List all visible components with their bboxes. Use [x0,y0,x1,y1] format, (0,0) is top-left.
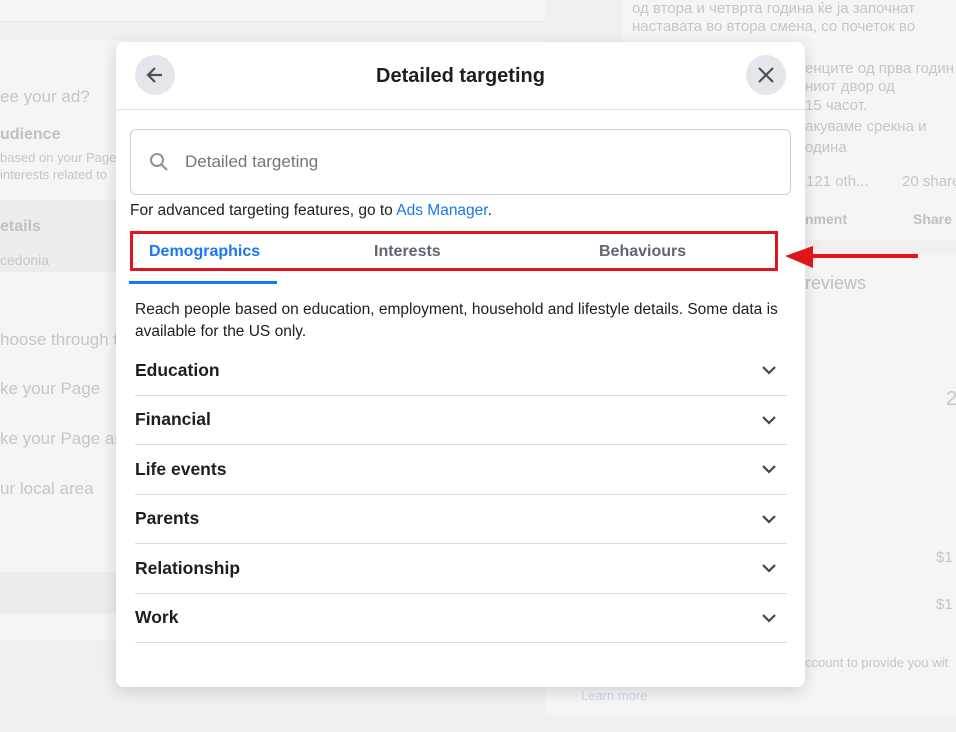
bg-text: etails [0,218,41,235]
category-list: Education Financial Life events Parents … [135,346,787,643]
demographics-description: Reach people based on education, employm… [135,301,778,340]
chevron-down-icon [762,613,776,623]
category-work[interactable]: Work [135,594,787,643]
bg-text: 20 share [902,173,956,190]
detailed-targeting-search[interactable] [130,129,791,195]
advanced-targeting-note: For advanced targeting features, go to A… [130,202,492,220]
category-label: Relationship [135,557,241,578]
bg-text: $1 [936,549,953,566]
close-button[interactable] [746,55,786,95]
category-label: Parents [135,508,200,529]
bg-text: cedonia [0,252,50,268]
detailed-targeting-dialog: Detailed targeting For advanced targetin… [116,42,805,687]
bg-text: interests related to [0,167,107,182]
chevron-down-icon [762,564,776,573]
tab-demographics[interactable]: Demographics [149,243,260,261]
dialog-title: Detailed targeting [376,65,545,87]
bg-text: акуваме срекна и [805,118,927,135]
bg-text: Share [913,211,952,227]
targeting-tabs: Demographics Interests Behaviours [130,231,778,271]
back-button[interactable] [135,55,175,95]
search-input[interactable] [185,152,685,172]
note-text: . [487,202,492,219]
tab-behaviours[interactable]: Behaviours [599,243,686,261]
bg-text: nment [805,211,847,227]
category-label: Life events [135,458,227,479]
bg-text: hoose through t [0,330,119,349]
category-relationship[interactable]: Relationship [135,544,787,594]
bg-text: енците од прва годин [805,60,955,77]
bg-text: udience [0,126,61,143]
category-label: Education [135,359,220,380]
bg-text: reviews [805,273,867,293]
bg-text: ccount to provide you wit [805,655,949,670]
bg-text: 15 часот. [805,97,868,114]
bg-text: ниот двор од [805,78,895,95]
arrow-left-icon [146,67,162,83]
category-label: Work [135,607,179,628]
bg-text: ur local area [0,479,94,498]
chevron-down-icon [762,366,776,375]
search-icon [150,153,168,171]
background-card-top [0,0,545,22]
chevron-down-icon [762,415,776,425]
category-life-events[interactable]: Life events [135,445,787,495]
tab-interests[interactable]: Interests [374,243,441,261]
bg-text: based on your Page [0,150,117,165]
chevron-down-icon [762,465,776,474]
category-education[interactable]: Education [135,346,787,396]
close-icon [758,67,774,83]
bg-text: наставата во втора смена, со почеток во [632,18,916,35]
chevron-down-icon [762,514,776,524]
dialog-header: Detailed targeting [116,42,805,110]
active-tab-indicator [129,281,277,284]
bg-text: одина [805,139,847,156]
category-label: Financial [135,409,211,430]
bg-text: од втора и четврта година ќе ја започнат [632,0,916,17]
bg-text: ee your ad? [0,87,90,106]
category-financial[interactable]: Financial [135,396,787,445]
bg-text: ke your Page ar [0,429,121,448]
bg-text: Learn more [581,688,648,703]
bg-text: 2 [946,388,956,410]
note-text: For advanced targeting features, go to [130,202,397,219]
ads-manager-link[interactable]: Ads Manager [396,202,487,219]
red-arrow-annotation-icon [785,246,918,268]
bg-text: ke your Page [0,379,101,398]
bg-text: $1 [936,596,953,613]
category-parents[interactable]: Parents [135,495,787,544]
bg-text: 121 oth... [806,173,869,190]
